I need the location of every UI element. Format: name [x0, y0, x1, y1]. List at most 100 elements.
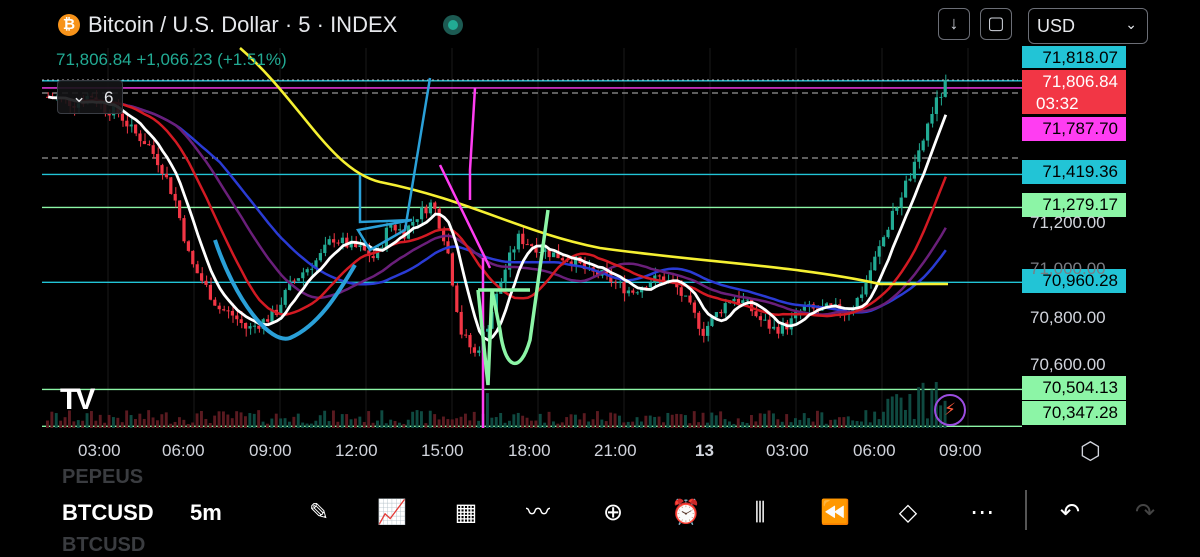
candle [679, 287, 683, 296]
price-label-magenta: 71,787.70 [1022, 117, 1126, 141]
volume-bar [886, 398, 890, 428]
volume-bar [182, 419, 186, 428]
volume-bar [833, 419, 837, 428]
candle [283, 289, 287, 305]
templates-icon[interactable]: ▦ [449, 496, 483, 530]
indicator-count: 6 [104, 88, 114, 107]
volume-bar [455, 418, 459, 428]
candle [552, 252, 556, 258]
candle [829, 303, 833, 305]
volume-bar [437, 419, 441, 428]
volume-bar [169, 423, 173, 428]
volume-bar [72, 421, 76, 428]
candle [125, 120, 129, 127]
volume-bar [877, 419, 881, 428]
more-icon[interactable]: ⋯ [965, 496, 999, 530]
replay-icon[interactable]: ⏪ [818, 496, 852, 530]
volume-bar [336, 421, 340, 428]
settings-icon[interactable]: ⬡ [1080, 437, 1101, 466]
candle [151, 145, 155, 154]
redo-icon[interactable]: ↷ [1128, 496, 1162, 530]
volume-bar [864, 410, 868, 428]
volume-bar [349, 419, 353, 428]
volume-bar [780, 421, 784, 428]
volume-bar [728, 421, 731, 428]
chart-type-icon[interactable]: ⫼ [743, 496, 777, 530]
volume-bar [230, 418, 234, 428]
candle [244, 323, 248, 329]
volume-bar [679, 414, 683, 428]
volume-bar [525, 417, 529, 428]
cup-handle-drawing [356, 77, 432, 252]
symbol-button[interactable]: BTCUSD [62, 500, 154, 526]
volume-bar [688, 423, 692, 428]
volume-bar [662, 422, 665, 428]
candle [860, 294, 864, 298]
volume-bar [574, 414, 577, 428]
volume-bar [173, 421, 177, 428]
volume-bar [186, 423, 190, 428]
volume-bar [305, 423, 309, 428]
volume-bar [596, 411, 599, 428]
volume-bar [477, 420, 481, 428]
volume-bar [314, 420, 318, 428]
alert-icon[interactable]: ⏰ [669, 496, 703, 530]
interval-button[interactable]: 5m [190, 500, 222, 526]
volume-bar [393, 420, 397, 428]
volume-bar [516, 412, 520, 428]
candle [437, 208, 441, 229]
candle [129, 124, 133, 127]
candle [371, 256, 375, 259]
candle [248, 326, 252, 329]
draw-icon[interactable]: ✎ [302, 496, 336, 530]
volume-bar [763, 413, 767, 428]
candle [758, 316, 762, 321]
candle [868, 270, 872, 282]
volume-bar [371, 422, 375, 428]
ma-yellow-line [239, 47, 948, 286]
compare-icon[interactable]: 〰 [521, 496, 555, 530]
candle [398, 229, 402, 231]
time-axis-tick: 12:00 [335, 441, 378, 460]
indicators-icon[interactable]: 📈 [375, 496, 409, 530]
candle [697, 312, 701, 329]
volume-bar [503, 422, 507, 428]
candle [789, 318, 793, 330]
undo-icon[interactable]: ↶ [1053, 496, 1087, 530]
lightning-icon[interactable]: ⚡ [934, 394, 966, 426]
currency-select[interactable]: USD ⌄ [1028, 8, 1148, 44]
candle [327, 239, 331, 245]
volume-bar [860, 421, 863, 428]
price-label-green-lower2: 70,347.28 [1022, 401, 1126, 425]
candle [459, 311, 463, 335]
currency-value: USD [1037, 16, 1076, 36]
candle [142, 141, 146, 145]
candle [310, 268, 314, 270]
time-axis-tick: 06:00 [853, 441, 896, 460]
volume-bar [512, 414, 516, 428]
candle [433, 202, 437, 209]
indicator-legend-toggle[interactable]: ⌄ 6 [57, 80, 123, 114]
candle [921, 140, 925, 151]
download-icon[interactable]: ↓ [938, 8, 970, 40]
volume-bar [81, 420, 85, 428]
chevron-down-icon: ⌄ [1125, 16, 1137, 32]
candle [767, 319, 771, 329]
fullscreen-icon[interactable]: ▢ [980, 8, 1012, 40]
volume-bar [569, 414, 573, 428]
market-open-status-icon [443, 15, 463, 35]
price-chart[interactable] [0, 0, 1200, 472]
volume-bar [600, 419, 604, 428]
volume-bar [591, 419, 595, 428]
volume-bar [486, 393, 489, 428]
layers-icon[interactable]: ◇ [891, 496, 925, 530]
volume-bar [556, 423, 560, 428]
volume-bar [147, 410, 151, 428]
volume-bar [411, 411, 415, 428]
volume-bar [398, 422, 401, 428]
volume-bar [798, 419, 802, 428]
candle [631, 290, 635, 293]
symbol-title[interactable]: Bitcoin / U.S. Dollar · 5 · INDEX [88, 12, 397, 38]
volume-bar [345, 414, 349, 428]
add-icon[interactable]: ⊕ [596, 496, 630, 530]
